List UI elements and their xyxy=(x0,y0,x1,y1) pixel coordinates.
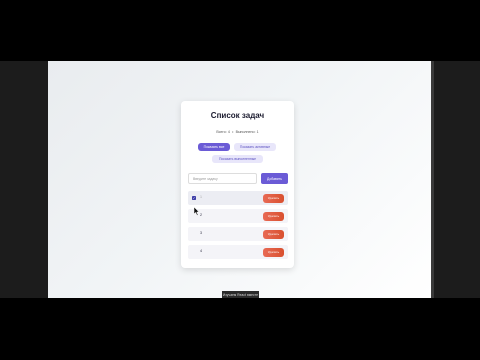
task-item: 3 Удалить xyxy=(188,227,288,241)
add-task-row: Введите задачу Добавить xyxy=(188,173,288,184)
task-text: 4 xyxy=(200,249,202,253)
stats-separator: • xyxy=(232,130,234,134)
todo-card: Список задач Всего:4 • Выполнено:1 Показ… xyxy=(181,101,294,268)
add-task-button[interactable]: Добавить xyxy=(261,173,288,184)
task-text: 2 xyxy=(200,213,202,217)
filter-completed-button[interactable]: Показать выполненные xyxy=(212,155,263,163)
completed-label: Выполнено: xyxy=(235,130,256,134)
total-label: Всего: xyxy=(216,130,227,134)
total-value: 4 xyxy=(227,130,230,134)
mouse-pointer-icon xyxy=(194,207,200,216)
page-title: Список задач xyxy=(210,111,265,120)
task-item: 4 Удалить xyxy=(188,245,288,259)
task-stats: Всего:4 • Выполнено:1 xyxy=(181,130,294,134)
task-item: 2 Удалить xyxy=(188,209,288,223)
check-icon[interactable]: ✓ xyxy=(192,195,196,200)
video-caption: Изучаем React вместе xyxy=(222,291,259,298)
delete-task-button[interactable]: Удалить xyxy=(263,211,284,221)
filter-active-button[interactable]: Показать активные xyxy=(234,143,276,151)
task-text: 1 xyxy=(200,195,202,199)
delete-task-button[interactable]: Удалить xyxy=(263,193,284,203)
completed-value: 1 xyxy=(256,130,259,134)
task-text: 3 xyxy=(200,231,202,235)
window-edge xyxy=(431,61,434,298)
delete-task-button[interactable]: Удалить xyxy=(263,247,284,257)
filter-all-button[interactable]: Показать все xyxy=(198,143,230,151)
new-task-input[interactable]: Введите задачу xyxy=(188,173,257,184)
task-list: ✓ 1 Удалить 2 Удалить 3 Удалить 4 Удалит… xyxy=(188,191,288,263)
delete-task-button[interactable]: Удалить xyxy=(263,229,284,239)
task-item: ✓ 1 Удалить xyxy=(188,191,288,205)
